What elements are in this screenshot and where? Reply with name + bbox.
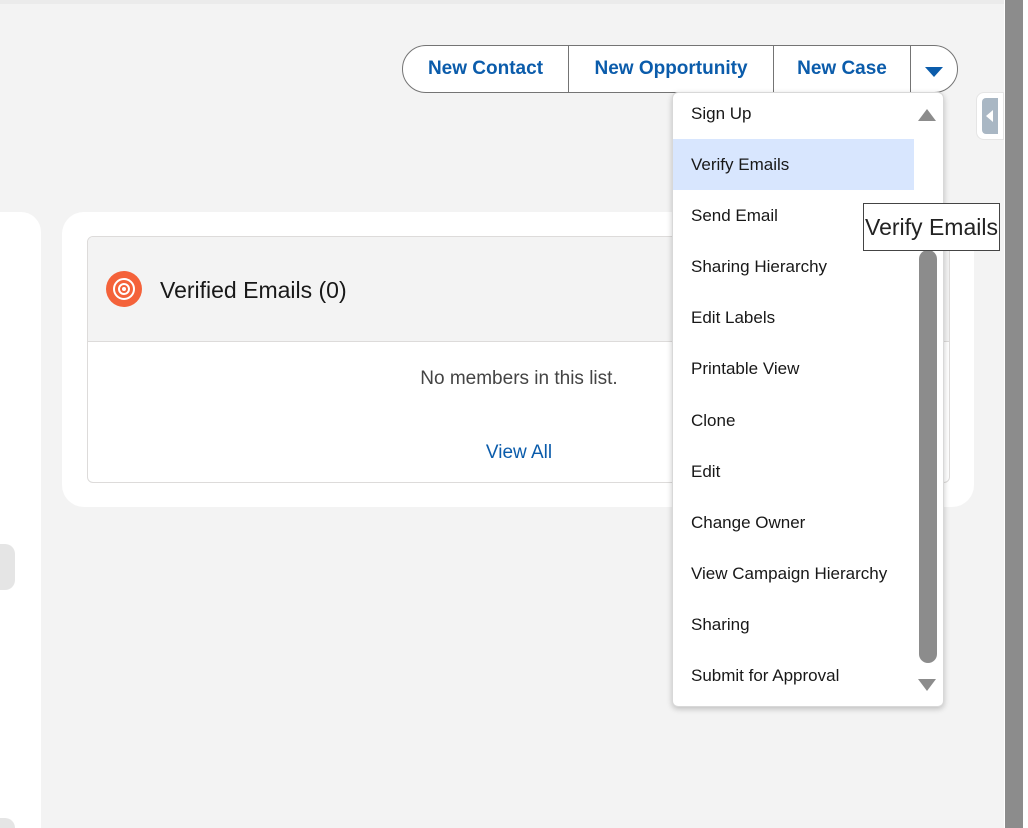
new-case-button[interactable]: New Case <box>774 46 911 92</box>
menu-scrollbar-thumb[interactable] <box>919 250 937 663</box>
menu-item-edit[interactable]: Edit <box>673 446 914 497</box>
more-actions-button[interactable] <box>911 46 957 92</box>
tooltip: Verify Emails <box>863 203 1000 251</box>
new-contact-button[interactable]: New Contact <box>403 46 569 92</box>
campaign-target-icon <box>106 271 142 307</box>
page-scrollbar-thumb[interactable] <box>1005 0 1023 828</box>
chevron-down-icon <box>925 67 943 77</box>
menu-item-clone[interactable]: Clone <box>673 395 914 446</box>
menu-item-submit-for-approval[interactable]: Submit for Approval <box>673 650 914 701</box>
actions-dropdown-menu: Sign Up Verify Emails Send Email Sharing… <box>672 92 944 707</box>
menu-item-printable-view[interactable]: Printable View <box>673 343 914 394</box>
left-panel-tab[interactable] <box>0 544 15 590</box>
chevron-left-icon[interactable] <box>982 98 998 134</box>
scroll-up-arrow-icon[interactable] <box>918 109 936 121</box>
menu-item-sharing[interactable]: Sharing <box>673 599 914 650</box>
new-opportunity-button[interactable]: New Opportunity <box>569 46 774 92</box>
menu-item-view-campaign-hierarchy[interactable]: View Campaign Hierarchy <box>673 548 914 599</box>
action-button-group: New Contact New Opportunity New Case <box>402 45 958 93</box>
top-divider <box>0 0 1004 4</box>
menu-item-sign-up[interactable]: Sign Up <box>673 88 914 139</box>
scroll-down-arrow-icon[interactable] <box>918 679 936 691</box>
menu-item-edit-labels[interactable]: Edit Labels <box>673 292 914 343</box>
left-panel-card <box>0 212 41 828</box>
menu-item-change-owner[interactable]: Change Owner <box>673 497 914 548</box>
related-list-title[interactable]: Verified Emails (0) <box>160 277 347 304</box>
menu-item-verify-emails[interactable]: Verify Emails <box>673 139 914 190</box>
